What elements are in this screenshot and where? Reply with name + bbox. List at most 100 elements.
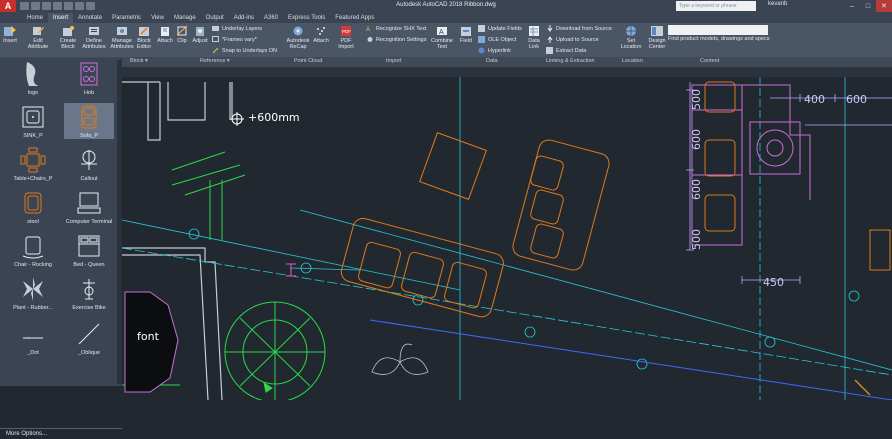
tab-a360[interactable]: A360: [259, 13, 283, 23]
design-center-button[interactable]: Design Center: [646, 25, 668, 50]
tab-insert[interactable]: Insert: [48, 13, 74, 23]
hyperlink-button[interactable]: Hyperlink: [478, 47, 511, 54]
tab-featured-apps[interactable]: Featured Apps: [330, 13, 379, 23]
gallery-scrollbar[interactable]: [117, 60, 121, 384]
ribbon-tabs: Home Insert Annotate Parametric View Man…: [0, 12, 892, 23]
snap-underlays-dropdown[interactable]: Snap to Underlays ON: [212, 47, 277, 54]
gallery-item-stool[interactable]: stool: [8, 189, 58, 225]
gallery-item-chair-rocking[interactable]: Chair - Rocking: [8, 232, 58, 268]
ole-icon: [478, 36, 485, 43]
autodesk-seek-input[interactable]: [668, 25, 768, 35]
adjust-icon: [196, 27, 204, 36]
insert-button[interactable]: Insert: [3, 25, 17, 44]
search-input[interactable]: Type a keyword or phrase: [676, 1, 756, 11]
extract-data-button[interactable]: Extract Data: [546, 47, 586, 54]
dim-text-450: 450: [763, 276, 784, 289]
globe-icon: [626, 26, 636, 36]
recognition-settings-button[interactable]: Recognition Settings: [366, 36, 426, 43]
window-controls: – □ ✕: [844, 0, 892, 12]
settings-icon: [367, 37, 373, 42]
pdf-icon: PDF: [341, 26, 351, 36]
plant-block-icon: [23, 277, 43, 301]
new-icon[interactable]: [20, 2, 29, 10]
gallery-item-plant-rubber[interactable]: Plant - Rubber...: [8, 275, 58, 311]
undo-icon[interactable]: [75, 2, 84, 10]
block-editor-button[interactable]: Block Editor: [134, 25, 154, 50]
upload-icon: [547, 36, 553, 43]
manage-attributes-icon: [117, 27, 127, 35]
drawing-canvas[interactable]: 400 600 600 600 500 500 450 +600mm font: [122, 77, 892, 400]
open-icon[interactable]: [31, 2, 40, 10]
attach-button[interactable]: Attach: [156, 25, 174, 44]
gallery-item-hob[interactable]: Hob: [64, 60, 114, 96]
minimize-button[interactable]: –: [844, 0, 860, 12]
callout-block-icon: [81, 150, 97, 170]
download-source-button[interactable]: Download from Source: [546, 25, 612, 32]
recognize-shx-button[interactable]: A Recognize SHX Text: [366, 25, 426, 33]
user-account[interactable]: kevanb: [768, 1, 787, 7]
frame-icon: [212, 36, 219, 42]
find-product-link[interactable]: Find product models, drawings and specs: [668, 36, 778, 42]
panel-label-reference[interactable]: Reference ▾: [200, 58, 230, 64]
tab-output[interactable]: Output: [201, 13, 229, 23]
gallery-item-table-chairs[interactable]: Table+Chairs_P: [8, 146, 58, 182]
tab-express-tools[interactable]: Express Tools: [283, 13, 330, 23]
gallery-item-computer-terminal[interactable]: Computer Terminal: [64, 189, 114, 225]
dim-text-600-a: 600: [690, 129, 703, 150]
layers-icon: [212, 26, 219, 31]
gallery-item-dot[interactable]: _Dot: [8, 320, 58, 356]
clip-button[interactable]: Clip: [175, 25, 189, 44]
panel-label-content: Content: [700, 58, 720, 64]
ole-object-button[interactable]: OLE Object: [478, 36, 516, 43]
tab-view[interactable]: View: [146, 13, 169, 23]
save-as-icon[interactable]: [53, 2, 62, 10]
panel-label-data: Data: [486, 58, 498, 64]
upload-source-button[interactable]: Upload to Source: [546, 36, 599, 43]
gallery-item-sink[interactable]: SINK_P: [8, 103, 58, 139]
data-link-button[interactable]: Data Link: [526, 25, 542, 50]
point-cloud-icon: [317, 27, 325, 35]
planters: [124, 291, 429, 393]
quick-access-toolbar: [20, 2, 95, 10]
gallery-item-oblique[interactable]: _Oblique: [64, 320, 114, 356]
gallery-item-logo[interactable]: logo: [8, 60, 58, 96]
recognize-text-icon: A: [366, 27, 370, 32]
application-menu-button[interactable]: A: [0, 0, 16, 12]
autodesk-recap-button[interactable]: Autodesk ReCap: [286, 25, 310, 50]
adjust-button[interactable]: Adjust: [191, 25, 209, 44]
pdf-import-button[interactable]: PDF PDF Import: [336, 25, 356, 50]
recap-icon: [293, 26, 303, 36]
hyperlink-icon: [478, 47, 485, 54]
tab-parametric[interactable]: Parametric: [107, 13, 146, 23]
define-attributes-button[interactable]: Define Attributes: [81, 25, 107, 50]
underlay-layers-button[interactable]: Underlay Layers: [212, 25, 262, 32]
field-button[interactable]: Field: [458, 25, 474, 44]
redo-icon[interactable]: [86, 2, 95, 10]
gallery-item-bed-queen[interactable]: Bed - Queen: [64, 232, 114, 268]
save-icon[interactable]: [42, 2, 51, 10]
create-block-button[interactable]: Create Block: [58, 25, 78, 50]
frames-vary-dropdown[interactable]: *Frames vary*: [212, 36, 257, 43]
orange-marker: [854, 379, 871, 396]
print-icon[interactable]: [64, 2, 73, 10]
close-button[interactable]: ✕: [876, 0, 892, 12]
maximize-button[interactable]: □: [860, 0, 876, 12]
tab-home[interactable]: Home: [22, 13, 48, 23]
point-cloud-attach-button[interactable]: Attach: [312, 25, 330, 44]
dim-text-600-top: 600: [846, 93, 867, 106]
combine-text-button[interactable]: A Combine Text: [430, 25, 454, 50]
manage-attributes-button[interactable]: Manage Attributes: [109, 25, 135, 50]
gallery-item-sofa[interactable]: Sofa_P: [64, 103, 114, 139]
gallery-item-exercise-bike[interactable]: Exercise Bike: [64, 275, 114, 311]
edit-attribute-button[interactable]: Edit Attribute: [27, 25, 49, 50]
svg-text:A: A: [439, 29, 444, 36]
tab-add-ins[interactable]: Add-ins: [229, 13, 259, 23]
panel-label-point-cloud: Point Cloud: [294, 58, 323, 64]
panel-label-block[interactable]: Block ▾: [130, 58, 148, 64]
update-fields-button[interactable]: Update Fields: [478, 25, 522, 32]
gallery-item-callout[interactable]: Callout: [64, 146, 114, 182]
more-options-link[interactable]: More Options...: [0, 428, 122, 438]
tab-annotate[interactable]: Annotate: [73, 13, 107, 23]
tab-manage[interactable]: Manage: [169, 13, 201, 23]
set-location-button[interactable]: Set Location: [620, 25, 642, 50]
